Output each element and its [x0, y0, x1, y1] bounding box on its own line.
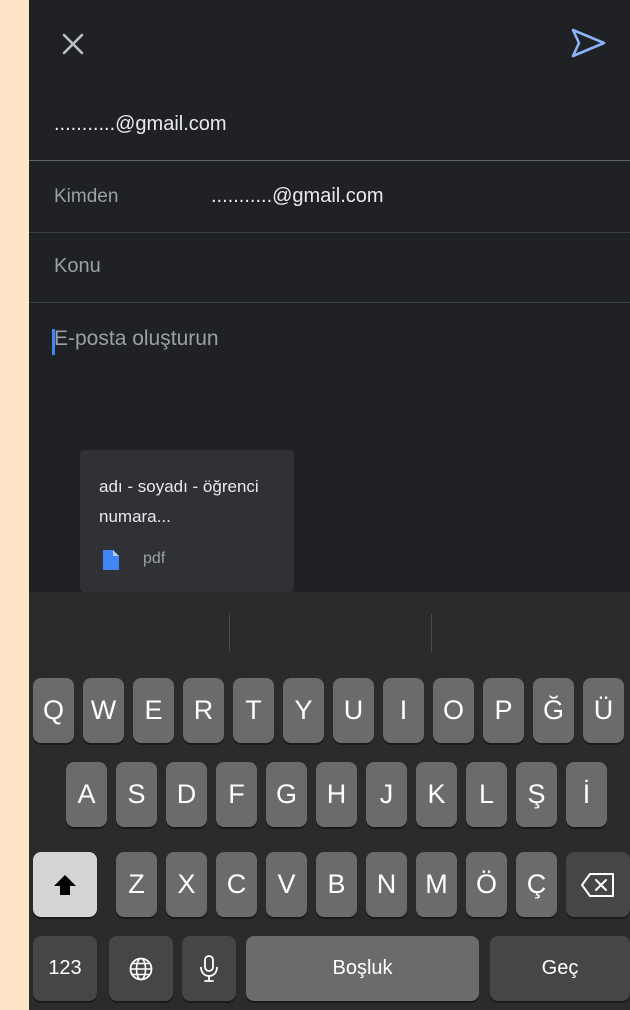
send-button[interactable] [569, 26, 607, 60]
key-j[interactable]: J [366, 762, 407, 827]
key-y[interactable]: Y [283, 678, 324, 743]
attachment-type: pdf [143, 550, 166, 567]
key-r[interactable]: R [183, 678, 224, 743]
key-u-umlaut[interactable]: Ü [583, 678, 624, 743]
from-value[interactable]: ...........@gmail.com [211, 185, 384, 208]
key-d[interactable]: D [166, 762, 207, 827]
suggestion-divider [229, 614, 230, 652]
key-m[interactable]: M [416, 852, 457, 917]
attachment-chip[interactable]: adı - soyadı - öğrenci numara... pdf [80, 450, 294, 592]
body-field[interactable]: E-posta oluşturun [29, 303, 630, 448]
attachment-name: adı - soyadı - öğrenci numara... [99, 477, 259, 526]
key-i[interactable]: I [383, 678, 424, 743]
key-n[interactable]: N [366, 852, 407, 917]
key-o-umlaut[interactable]: Ö [466, 852, 507, 917]
key-c[interactable]: C [216, 852, 257, 917]
key-p[interactable]: P [483, 678, 524, 743]
return-key[interactable]: Geç [490, 936, 630, 1001]
key-z[interactable]: Z [116, 852, 157, 917]
text-cursor [52, 329, 55, 355]
key-h[interactable]: H [316, 762, 357, 827]
to-recipient[interactable]: ...........@gmail.com [54, 113, 227, 136]
key-g[interactable]: G [266, 762, 307, 827]
globe-icon [129, 957, 153, 980]
backspace-icon [581, 872, 614, 897]
key-f[interactable]: F [216, 762, 257, 827]
key-u[interactable]: U [333, 678, 374, 743]
key-w[interactable]: W [83, 678, 124, 743]
numbers-key[interactable]: 123 [33, 936, 97, 1001]
compose-screen: ...........@gmail.com Kimden ...........… [29, 0, 630, 1010]
key-b[interactable]: B [316, 852, 357, 917]
body-placeholder: E-posta oluşturun [54, 327, 219, 350]
shift-icon [54, 874, 76, 895]
key-x[interactable]: X [166, 852, 207, 917]
microphone-icon [200, 954, 218, 982]
space-key[interactable]: Boşluk [246, 936, 479, 1001]
keyboard: Q W E R T Y U I O P Ğ Ü A S D F G H J K … [29, 592, 630, 1010]
key-v[interactable]: V [266, 852, 307, 917]
key-l[interactable]: L [466, 762, 507, 827]
from-label: Kimden [54, 186, 119, 207]
microphone-key[interactable] [182, 936, 236, 1001]
to-field[interactable]: ...........@gmail.com [29, 96, 630, 161]
key-q[interactable]: Q [33, 678, 74, 743]
key-c-cedilla[interactable]: Ç [516, 852, 557, 917]
suggestion-divider [431, 614, 432, 652]
shift-key[interactable] [33, 852, 97, 917]
file-icon [103, 550, 119, 570]
key-dotted-i[interactable]: İ [566, 762, 607, 827]
key-s[interactable]: S [116, 762, 157, 827]
subject-field[interactable]: Konu [29, 233, 630, 303]
subject-placeholder: Konu [54, 255, 101, 277]
backspace-key[interactable] [566, 852, 630, 917]
key-t[interactable]: T [233, 678, 274, 743]
key-g-breve[interactable]: Ğ [533, 678, 574, 743]
key-o[interactable]: O [433, 678, 474, 743]
key-e[interactable]: E [133, 678, 174, 743]
key-a[interactable]: A [66, 762, 107, 827]
globe-key[interactable] [109, 936, 173, 1001]
key-s-cedilla[interactable]: Ş [516, 762, 557, 827]
key-k[interactable]: K [416, 762, 457, 827]
close-icon [62, 33, 84, 55]
close-button[interactable] [57, 28, 89, 60]
from-field[interactable]: Kimden ...........@gmail.com [29, 161, 630, 233]
send-icon [571, 28, 606, 58]
